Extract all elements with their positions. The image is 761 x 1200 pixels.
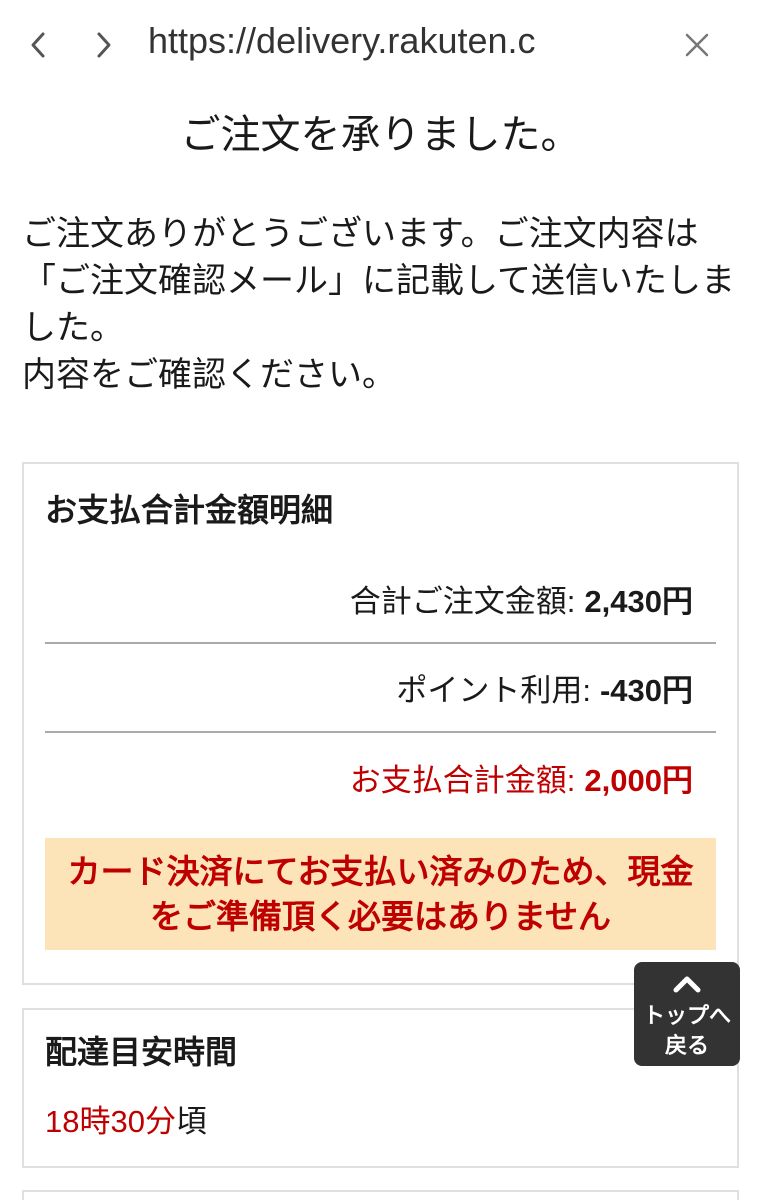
payment-total-value: 2,000円	[584, 763, 693, 798]
delivery-time-box: 配達目安時間 18時30分頃	[22, 1008, 739, 1168]
delivery-time: 18時30分頃	[45, 1100, 207, 1144]
delivery-time-value: 18時30分	[45, 1104, 176, 1139]
back-to-top-label: トップへ 戻る	[634, 1001, 740, 1061]
close-icon	[685, 33, 709, 57]
next-section-box	[22, 1190, 739, 1200]
message-line: 内容をご確認ください。	[22, 356, 396, 394]
chevron-up-icon	[673, 976, 701, 993]
points-used-value: -430円	[599, 673, 693, 708]
chevron-right-icon	[97, 32, 111, 58]
back-to-top-button[interactable]: トップへ 戻る	[634, 962, 740, 1066]
close-button[interactable]	[675, 23, 719, 67]
browser-toolbar: https://delivery.rakuten.c	[0, 0, 761, 90]
paid-notice: カード決済にてお支払い済みのため、現金をご準備頂く必要はありません	[45, 838, 716, 950]
payment-summary-heading: お支払合計金額明細	[45, 492, 334, 528]
payment-rows: 合計ご注文金額: 2,430円 ポイント利用: -430円 お支払合計金額: 2…	[45, 555, 716, 822]
order-total-label: 合計ご注文金額:	[349, 584, 576, 619]
back-button[interactable]	[18, 21, 58, 69]
order-total-row: 合計ご注文金額: 2,430円	[45, 555, 716, 644]
payment-total-label: お支払合計金額:	[349, 763, 576, 798]
forward-button[interactable]	[84, 21, 124, 69]
delivery-time-heading: 配達目安時間	[45, 1034, 238, 1070]
payment-summary-box: お支払合計金額明細 合計ご注文金額: 2,430円 ポイント利用: -430円 …	[22, 462, 739, 985]
confirmation-message: ご注文ありがとうございます。ご注文内容は「ご注文確認メール」に記載して送信いたし…	[22, 211, 739, 399]
points-used-label: ポイント利用:	[396, 673, 591, 708]
message-line: ご注文ありがとうございます。ご注文内容は「ご注文確認メール」に記載して送信いたし…	[22, 215, 735, 347]
back-to-top-label-line: トップへ	[642, 1003, 731, 1028]
chevron-left-icon	[31, 32, 45, 58]
points-used-row: ポイント利用: -430円	[45, 644, 716, 733]
back-to-top-label-line: 戻る	[664, 1033, 709, 1058]
address-bar-url[interactable]: https://delivery.rakuten.c	[148, 16, 630, 66]
order-total-value: 2,430円	[584, 584, 693, 619]
payment-total-row: お支払合計金額: 2,000円	[45, 733, 716, 822]
page-title: ご注文を承りました。	[180, 113, 581, 157]
delivery-time-suffix: 頃	[175, 1104, 207, 1139]
